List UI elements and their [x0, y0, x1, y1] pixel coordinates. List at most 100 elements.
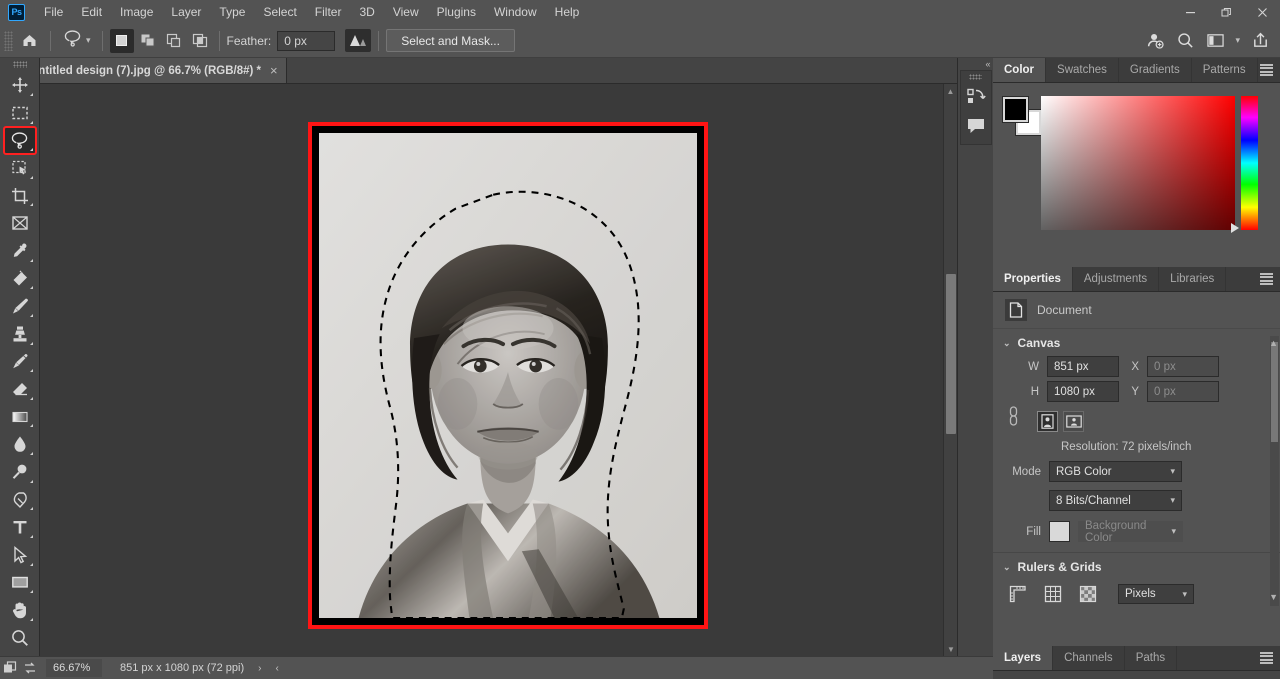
landscape-orientation-button[interactable]	[1063, 411, 1084, 432]
rectangle-tool[interactable]	[4, 569, 36, 597]
scroll-up-arrow[interactable]: ▲	[944, 84, 957, 98]
eraser-tool[interactable]	[4, 375, 36, 403]
saturation-value-field[interactable]	[1041, 96, 1235, 230]
document-photograph[interactable]	[319, 133, 697, 618]
comments-icon[interactable]	[962, 111, 990, 139]
marquee-tool[interactable]	[4, 99, 36, 127]
zoom-level-input[interactable]: 66.67%	[46, 659, 102, 677]
pen-tool[interactable]	[4, 486, 36, 514]
new-selection[interactable]	[109, 28, 134, 53]
menu-type[interactable]: Type	[210, 1, 254, 23]
clone-stamp-tool[interactable]	[4, 320, 36, 348]
expand-panels-icon[interactable]: «	[958, 58, 994, 70]
add-to-selection[interactable]	[136, 29, 160, 53]
options-bar-grip[interactable]	[4, 30, 13, 51]
move-tool[interactable]	[4, 71, 36, 99]
scroll-down-arrow[interactable]: ▼	[944, 642, 957, 656]
intersect-with-selection[interactable]	[188, 29, 212, 53]
chevron-down-icon[interactable]: ⌄	[1003, 338, 1011, 349]
duplicate-window-icon[interactable]	[0, 661, 20, 675]
canvas-x-input[interactable]: 0 px	[1147, 356, 1219, 377]
feather-input[interactable]: 0 px	[277, 30, 336, 51]
artboard[interactable]	[308, 122, 708, 629]
ruler-units-select[interactable]: Pixels ▾	[1118, 584, 1194, 604]
workspace-layout-icon[interactable]	[1201, 28, 1229, 54]
subtract-from-selection[interactable]	[162, 29, 186, 53]
fill-type-select[interactable]: Background Color ▾	[1078, 520, 1183, 544]
type-tool[interactable]	[4, 513, 36, 541]
rulers-icon[interactable]	[1007, 584, 1029, 604]
search-icon[interactable]	[1171, 28, 1199, 54]
home-icon[interactable]	[15, 28, 43, 54]
eyedropper-tool[interactable]	[4, 237, 36, 265]
panel-scroll-down-arrow[interactable]: ▼	[1269, 592, 1278, 602]
status-collapse-arrow[interactable]: ‹	[275, 663, 278, 674]
canvas-section-header[interactable]: ⌄ Canvas	[993, 329, 1280, 354]
canvas-area[interactable]: ▲ ▼	[40, 84, 957, 656]
export-share-icon[interactable]	[1246, 28, 1274, 54]
object-selection-tool[interactable]	[4, 154, 36, 182]
tab-gradients[interactable]: Gradients	[1119, 58, 1192, 82]
menu-image[interactable]: Image	[111, 1, 162, 23]
menu-file[interactable]: File	[35, 1, 72, 23]
minimize-button[interactable]	[1172, 0, 1208, 24]
gradient-tool[interactable]	[4, 403, 36, 431]
hue-slider-marker[interactable]	[1231, 223, 1239, 233]
portrait-orientation-button[interactable]	[1037, 411, 1058, 432]
document-tab[interactable]: Untitled design (7).jpg @ 66.7% (RGB/8#)…	[18, 58, 287, 83]
canvas-vertical-scrollbar[interactable]: ▲ ▼	[943, 84, 957, 656]
toolbar-grip[interactable]	[12, 61, 27, 69]
menu-help[interactable]: Help	[546, 1, 589, 23]
history-brush-tool[interactable]	[4, 348, 36, 376]
anti-alias-icon[interactable]	[345, 29, 372, 52]
actions-history-icon[interactable]	[962, 83, 990, 111]
rail-grip[interactable]	[969, 74, 982, 80]
arrange-documents-icon[interactable]	[20, 661, 40, 675]
canvas-width-input[interactable]: 851 px	[1047, 356, 1119, 377]
restore-button[interactable]	[1208, 0, 1244, 24]
menu-view[interactable]: View	[384, 1, 428, 23]
tab-properties[interactable]: Properties	[993, 267, 1073, 291]
canvas-y-input[interactable]: 0 px	[1147, 381, 1219, 402]
bit-depth-select[interactable]: 8 Bits/Channel ▾	[1049, 490, 1182, 511]
tab-patterns[interactable]: Patterns	[1192, 58, 1258, 82]
close-button[interactable]	[1244, 0, 1280, 24]
menu-plugins[interactable]: Plugins	[428, 1, 485, 23]
panel-menu-icon[interactable]	[1260, 64, 1273, 76]
foreground-color-swatch[interactable]	[1002, 96, 1029, 123]
rulers-grids-section-header[interactable]: ⌄ Rulers & Grids	[993, 553, 1280, 578]
select-and-mask-button[interactable]: Select and Mask...	[386, 29, 515, 52]
panel-menu-icon[interactable]	[1260, 273, 1273, 285]
panel-menu-icon[interactable]	[1260, 652, 1273, 664]
hand-tool[interactable]	[4, 596, 36, 624]
color-mode-select[interactable]: RGB Color ▾	[1049, 461, 1182, 482]
spot-healing-brush-tool[interactable]	[4, 265, 36, 293]
lasso-tool[interactable]	[2, 125, 37, 156]
tab-layers[interactable]: Layers	[993, 646, 1054, 670]
tab-swatches[interactable]: Swatches	[1046, 58, 1119, 82]
canvas-height-input[interactable]: 1080 px	[1047, 381, 1119, 402]
grid-icon[interactable]	[1042, 584, 1064, 604]
properties-scrollbar[interactable]	[1270, 336, 1279, 606]
share-user-icon[interactable]	[1141, 28, 1169, 54]
menu-filter[interactable]: Filter	[306, 1, 351, 23]
frame-tool[interactable]	[4, 209, 36, 237]
scrollbar-thumb[interactable]	[946, 274, 956, 434]
zoom-tool[interactable]	[4, 624, 36, 652]
crop-tool[interactable]	[4, 182, 36, 210]
hue-slider[interactable]	[1241, 96, 1258, 230]
panel-scroll-up-arrow[interactable]: ▲	[1269, 338, 1278, 348]
scrollbar-thumb[interactable]	[1271, 342, 1278, 442]
menu-select[interactable]: Select	[254, 1, 305, 23]
fill-color-swatch[interactable]	[1049, 521, 1070, 542]
menu-layer[interactable]: Layer	[162, 1, 210, 23]
chevron-down-icon[interactable]: ▾	[86, 35, 91, 46]
tab-paths[interactable]: Paths	[1125, 646, 1178, 670]
link-chain-icon[interactable]	[1007, 404, 1020, 431]
menu-window[interactable]: Window	[485, 1, 546, 23]
brush-tool[interactable]	[4, 292, 36, 320]
tab-adjustments[interactable]: Adjustments	[1073, 267, 1160, 291]
close-icon[interactable]: ×	[270, 63, 278, 78]
status-expand-arrow[interactable]: ›	[258, 663, 261, 674]
active-tool-preset[interactable]: ▾	[58, 28, 95, 54]
